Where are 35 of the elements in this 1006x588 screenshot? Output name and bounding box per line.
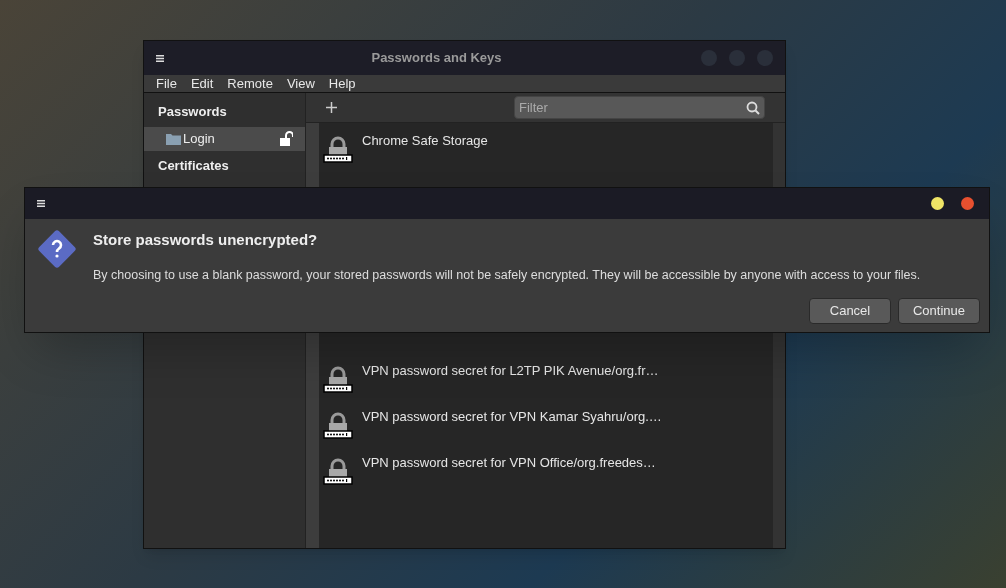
close-button[interactable] [961, 197, 974, 210]
sidebar-heading: Passwords [157, 103, 228, 121]
password-row[interactable]: VPN password secret for VPN Kamar Syahru/org.… [319, 407, 773, 453]
dialog-button[interactable]: Continue [898, 298, 980, 324]
password-name: VPN password secret for VPN Office/org.freedes… [362, 454, 656, 472]
padlock-icon [323, 457, 353, 485]
padlock-icon [323, 411, 353, 439]
padlock-icon [323, 365, 353, 393]
folder-icon [166, 132, 181, 145]
menu-item[interactable]: Remote [227, 73, 273, 94]
sidebar-item-label: Login [183, 129, 216, 148]
menu-item[interactable]: Edit [190, 73, 214, 94]
menu-icon[interactable] [156, 54, 164, 62]
menu-item[interactable]: Help [328, 73, 356, 94]
minimize-button[interactable] [931, 197, 944, 210]
window-title: Passwords and Keys [370, 49, 503, 68]
filter-input[interactable]: Filter [519, 97, 746, 118]
search-icon [746, 100, 760, 115]
password-name: Chrome Safe Storage [362, 132, 488, 150]
add-icon[interactable] [326, 102, 337, 113]
dialog-message: By choosing to use a blank password, your stored passwords will not be safely encrypted. They will be accessible by anyone with access to your files. [93, 266, 921, 284]
password-name: VPN password secret for VPN Kamar Syahru/org.… [362, 408, 662, 426]
password-row[interactable]: VPN password secret for VPN Office/org.freedes… [319, 453, 773, 499]
password-row[interactable]: Chrome Safe Storage [319, 131, 773, 177]
sidebar-item[interactable]: Login [144, 126, 305, 151]
menu-item[interactable]: File [156, 73, 177, 94]
dialog-button[interactable]: Cancel [809, 298, 891, 324]
sidebar-heading: Certificates [157, 156, 230, 175]
password-name: VPN password secret for L2TP PIK Avenue/org.fr… [362, 362, 659, 380]
dialog-title: Store passwords unencrypted? [93, 230, 319, 250]
password-row[interactable]: VPN password secret for L2TP PIK Avenue/org.fr… [319, 361, 773, 407]
filter-field[interactable]: Filter [514, 96, 765, 119]
padlock-icon [323, 135, 353, 163]
menu-item[interactable]: View [286, 73, 315, 94]
menu-icon[interactable] [37, 200, 45, 207]
